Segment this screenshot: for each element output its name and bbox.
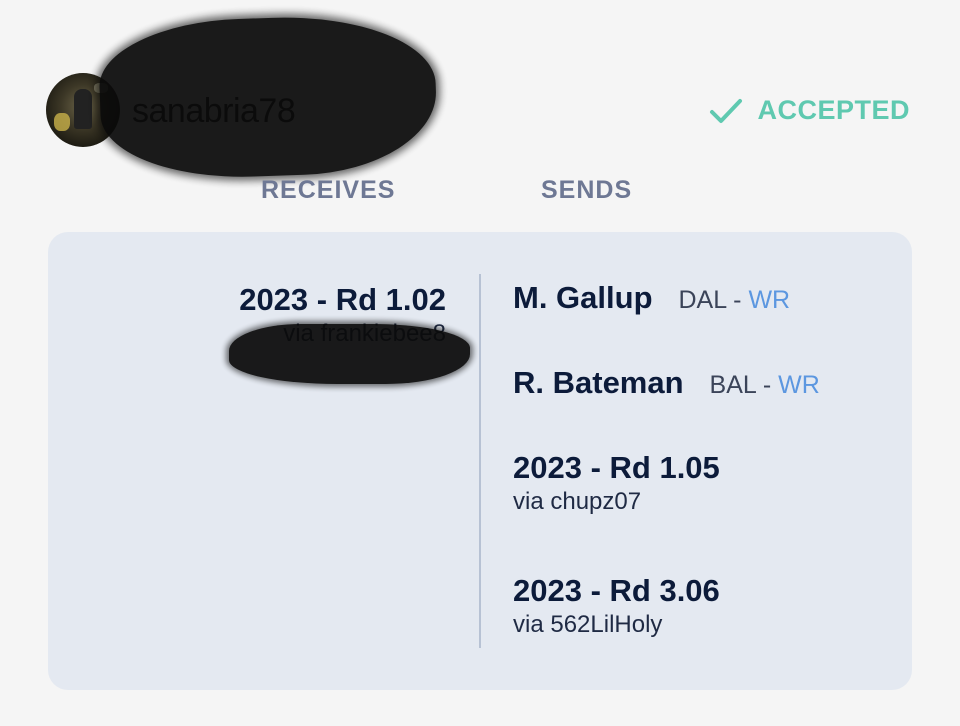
pick-title: 2023 - Rd 1.05 xyxy=(513,450,720,485)
player-name: M. Gallup xyxy=(513,280,653,315)
pick-via: via 562LilHoly xyxy=(513,611,663,638)
sends-header: SENDS xyxy=(541,176,633,204)
sent-pick[interactable]: 2023 - Rd 3.06 via 562LilHoly xyxy=(513,573,720,639)
player-position: WR xyxy=(748,286,791,314)
sent-player[interactable]: R. Bateman BAL - WR xyxy=(513,365,820,401)
redaction-scribble xyxy=(229,324,470,384)
receives-header: RECEIVES xyxy=(261,176,396,204)
column-divider xyxy=(479,274,481,648)
player-meta: BAL - WR xyxy=(710,371,820,400)
redaction-scribble xyxy=(97,12,439,182)
status-label: ACCEPTED xyxy=(757,95,910,125)
meta-separator: - xyxy=(733,286,742,314)
sent-pick[interactable]: 2023 - Rd 1.05 via chupz07 xyxy=(513,450,720,516)
trade-status: ACCEPTED xyxy=(709,95,910,126)
player-team: BAL xyxy=(709,371,756,399)
sent-player[interactable]: M. Gallup DAL - WR xyxy=(513,280,790,316)
player-position: WR xyxy=(778,371,820,399)
pick-title: 2023 - Rd 3.06 xyxy=(513,573,720,608)
meta-separator: - xyxy=(762,371,772,399)
trade-card: 2023 - Rd 1.02 via frankiebee8 M. Gallup… xyxy=(48,232,912,690)
pick-title: 2023 - Rd 1.02 xyxy=(239,282,446,317)
trade-view: sanabria78 ACCEPTED RECEIVES SENDS 2023 … xyxy=(0,0,960,726)
player-name: R. Bateman xyxy=(513,365,684,400)
checkmark-icon xyxy=(710,98,743,123)
player-team: DAL xyxy=(678,286,727,314)
pick-via: via chupz07 xyxy=(513,488,642,515)
player-meta: DAL - WR xyxy=(679,286,791,315)
